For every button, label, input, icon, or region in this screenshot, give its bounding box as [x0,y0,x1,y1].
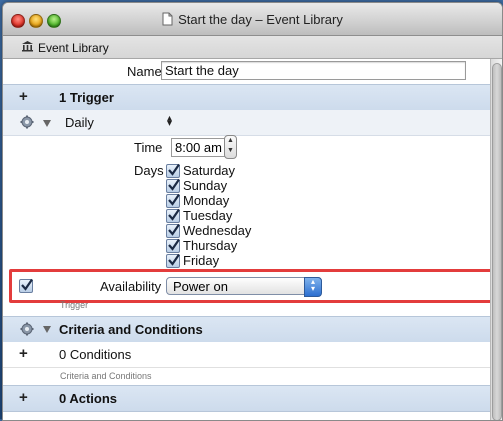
disclosure-triangle-icon[interactable] [43,326,51,333]
days-label: Days [134,163,164,178]
window-title: Start the day – Event Library [178,12,343,27]
window-title-area: Start the day – Event Library [3,12,502,29]
availability-checkbox[interactable] [19,278,33,293]
event-library-label: Event Library [38,40,109,55]
availability-popup[interactable]: Power on ▴ ▾ [166,277,322,297]
stepper-down-icon[interactable]: ▼ [227,147,234,154]
app-window: Start the day – Event Library Event Libr… [2,2,503,421]
day-checkbox[interactable] [166,193,180,208]
disclosure-triangle-icon[interactable] [43,120,51,127]
day-label: Thursday [183,238,238,253]
availability-label: Availability [100,279,162,294]
day-checkbox-row[interactable]: Wednesday [166,223,251,238]
criteria-caption: Criteria and Conditions [60,371,152,381]
day-label: Sunday [183,178,228,193]
add-trigger-button[interactable]: + [19,88,28,105]
toolbar: Event Library [3,36,502,59]
trigger-caption: Trigger [60,300,89,310]
day-checkbox[interactable] [166,178,180,193]
add-action-button[interactable]: + [19,389,28,406]
day-checkbox[interactable] [166,253,180,268]
name-input[interactable]: Start the day [161,61,466,80]
trigger-type-popup-arrows-icon[interactable]: ▴ ▾ [167,114,172,129]
day-checkbox[interactable] [166,208,180,223]
criteria-section-title: Criteria and Conditions [59,322,203,337]
trigger-section-title: 1 Trigger [59,90,114,105]
day-label: Wednesday [183,223,252,238]
day-checkbox-row[interactable]: Friday [166,253,219,268]
name-row: Name Start the day [3,59,491,85]
library-icon [21,40,34,55]
popup-arrows-icon: ▴ ▾ [304,277,322,297]
title-bar: Start the day – Event Library [3,3,502,36]
conditions-row: + 0 Conditions [3,342,491,368]
trigger-section-header: + 1 Trigger [3,84,491,111]
day-checkbox[interactable] [166,223,180,238]
time-label: Time [134,140,163,155]
day-checkbox[interactable] [166,163,180,178]
vertical-scrollbar[interactable] [490,59,502,420]
gear-icon[interactable] [20,115,34,134]
event-library-button[interactable]: Event Library [21,40,109,55]
actions-section-title: 0 Actions [59,391,118,406]
stepper-up-icon[interactable]: ▲ [227,137,234,144]
gear-icon[interactable] [20,322,34,341]
day-label: Tuesday [183,208,233,223]
day-checkbox-row[interactable]: Sunday [166,178,227,193]
day-label: Saturday [183,163,236,178]
day-checkbox[interactable] [166,238,180,253]
day-checkbox-row[interactable]: Thursday [166,238,237,253]
add-condition-button[interactable]: + [19,345,28,362]
availability-value: Power on [173,279,228,294]
event-editor: Name Start the day + 1 Trigger Daily ▴ ▾ … [3,59,501,420]
actions-section-header: + 0 Actions [3,385,491,412]
time-stepper[interactable]: ▲ ▼ [224,135,237,159]
day-checkbox-row[interactable]: Monday [166,193,229,208]
name-label: Name [127,64,162,79]
document-icon [162,12,173,29]
criteria-section-header: Criteria and Conditions [3,316,491,343]
conditions-label: 0 Conditions [59,347,132,362]
trigger-type-row: Daily ▴ ▾ [3,110,491,136]
scrollbar-thumb[interactable] [492,63,502,420]
time-input[interactable]: 8:00 am [171,138,229,157]
day-checkbox-row[interactable]: Saturday [166,163,235,178]
day-label: Monday [183,193,230,208]
trigger-type-label: Daily [65,115,94,130]
day-checkbox-row[interactable]: Tuesday [166,208,232,223]
day-label: Friday [183,253,220,268]
